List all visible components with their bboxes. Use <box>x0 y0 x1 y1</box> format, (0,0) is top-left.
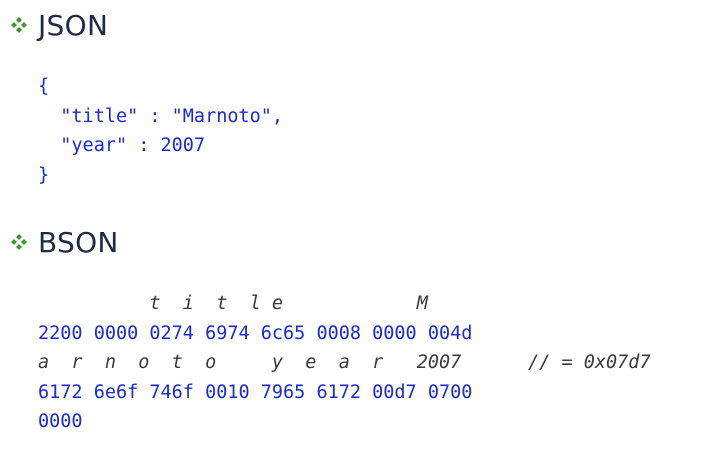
bson-heading: BSON <box>38 226 119 259</box>
bson-code-block: t i t l e M 2200 0000 0274 6974 6c65 0008… <box>38 289 651 437</box>
json-code-block: { "title" : "Marnoto", "year" : 2007} <box>38 72 283 190</box>
code-line: } <box>38 164 50 186</box>
code-line: "year" : 2007 <box>38 135 206 156</box>
four-diamond-bullet-icon <box>11 234 27 250</box>
byte-annotation-line: a r n o t o y e a r 2007 // = 0x07d7 <box>38 352 651 373</box>
byte-annotation-line: t i t l e M <box>38 293 428 314</box>
code-line: { <box>38 76 50 97</box>
json-heading: JSON <box>38 9 109 42</box>
hex-bytes-line: 0000 <box>38 411 83 432</box>
hex-bytes-line: 2200 0000 0274 6974 6c65 0008 0000 004d <box>38 322 473 344</box>
code-line: "title" : "Marnoto", <box>38 105 284 127</box>
four-diamond-bullet-icon <box>11 17 27 33</box>
hex-bytes-line: 6172 6e6f 746f 0010 7965 6172 00d7 0700 <box>38 381 473 403</box>
